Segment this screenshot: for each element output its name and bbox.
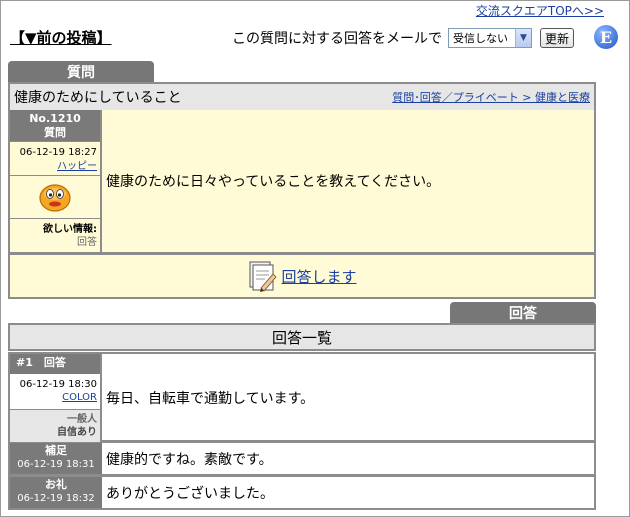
answer-link[interactable]: 回答します: [281, 266, 356, 287]
question-sidebar: No.1210 質問 06-12-19 18:27 ハッピー 欲しい情報: 回答: [10, 110, 102, 252]
answer-rank: 一般人 自信あり: [10, 410, 100, 442]
prev-post-link[interactable]: 【▼前の投稿】: [10, 27, 112, 48]
answer-meta: 06-12-19 18:30 COLOR: [10, 374, 100, 410]
answer-date: 06-12-19 18:30: [19, 379, 97, 390]
followup-date: 06-12-19 18:31: [17, 459, 95, 470]
tab-question: 質問: [8, 61, 154, 83]
question-body: No.1210 質問 06-12-19 18:27 ハッピー 欲しい情報: 回答…: [8, 110, 596, 254]
answer-author-link[interactable]: COLOR: [62, 392, 97, 403]
mail-notify-value: 受信しない: [453, 32, 508, 45]
face-icon: [10, 176, 100, 219]
wanted-info-label: 欲しい情報:: [43, 224, 97, 235]
answer-rank-level: 一般人: [67, 414, 97, 425]
followup-supplement: 補足 06-12-19 18:31 健康的ですね。素敵です。: [8, 442, 596, 476]
answer-item: #1 回答 06-12-19 18:30 COLOR 一般人 自信あり 毎日、自…: [8, 352, 596, 442]
update-button[interactable]: 更新: [540, 28, 575, 48]
write-answer-icon[interactable]: [247, 260, 278, 292]
chevron-down-icon[interactable]: ▼: [515, 29, 531, 47]
square-top-link[interactable]: 交流スクエアTOPへ>>: [476, 2, 604, 19]
followup-label-block: 補足 06-12-19 18:31: [10, 443, 102, 474]
answer-sidebar: #1 回答 06-12-19 18:30 COLOR 一般人 自信あり: [10, 354, 102, 442]
mail-notify-bar: この質問に対する回答をメールで 受信しない ▼ 更新: [232, 27, 575, 49]
answer-confidence: 自信あり: [57, 427, 97, 438]
answer-header: #1 回答: [10, 354, 100, 374]
question-text: 健康のために日々やっていることを教えてください。: [106, 174, 441, 190]
answer-list-header: 回答一覧: [8, 323, 596, 351]
question-number: No.1210: [29, 112, 81, 125]
followup-text: 健康的ですね。素敵です。: [106, 451, 273, 468]
question-meta: 06-12-19 18:27 ハッピー: [10, 142, 100, 176]
breadcrumb[interactable]: 質問･回答／プライベート > 健康と医療: [392, 89, 590, 105]
prev-post-label[interactable]: 【▼前の投稿】: [10, 29, 112, 47]
question-number-block: No.1210 質問: [10, 110, 100, 142]
followup-text: ありがとうございました。: [106, 485, 274, 502]
question-date: 06-12-19 18:27: [19, 147, 97, 158]
followup-thanks: お礼 06-12-19 18:32 ありがとうございました。: [8, 476, 596, 510]
e-help-icon[interactable]: E: [594, 25, 618, 49]
followup-label: 補足: [45, 444, 67, 457]
answer-action-bar: 回答します: [8, 254, 596, 299]
followup-date: 06-12-19 18:32: [17, 493, 95, 504]
answer-text: 毎日、自転車で通勤しています。: [106, 391, 315, 407]
question-author-link[interactable]: ハッピー: [57, 161, 97, 172]
mail-notify-label: この質問に対する回答をメールで: [232, 31, 442, 47]
followup-label: お礼: [45, 478, 67, 491]
question-header: 健康のためにしていること 質問･回答／プライベート > 健康と医療: [8, 82, 596, 110]
followup-label-block: お礼 06-12-19 18:32: [10, 477, 102, 508]
wanted-info: 欲しい情報: 回答: [10, 219, 100, 249]
wanted-info-value: 回答: [77, 237, 97, 248]
question-kind: 質問: [44, 126, 66, 139]
question-title: 健康のためにしていること: [14, 90, 182, 106]
mail-notify-select[interactable]: 受信しない ▼: [448, 28, 532, 48]
tab-answer: 回答: [450, 302, 596, 324]
